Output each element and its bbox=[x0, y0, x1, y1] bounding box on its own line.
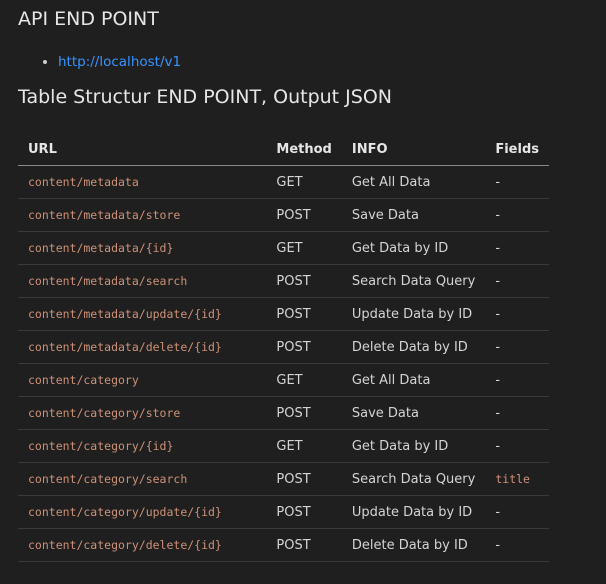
page-title: API END POINT bbox=[18, 8, 159, 30]
endpoint-url-cell: content/category/search bbox=[18, 462, 267, 496]
endpoint-url-cell: content/metadata/store bbox=[18, 198, 267, 232]
endpoint-url-cell: content/category bbox=[18, 363, 267, 397]
section-title: Table Structur END POINT, Output JSON bbox=[18, 86, 392, 108]
table-row: content/category/update/{id} POST Update D… bbox=[18, 495, 549, 529]
table-row: content/metadata GET Get All Data - bbox=[18, 165, 549, 199]
endpoint-url-cell: content/category/store bbox=[18, 396, 267, 430]
fields-cell: - bbox=[485, 363, 549, 397]
endpoint-table: URL Method INFO Fields content/metadata G… bbox=[18, 134, 549, 562]
endpoint-info-cell: Delete Data by ID bbox=[341, 528, 486, 562]
table-row: content/metadata/delete/{id} POST Delete D… bbox=[18, 330, 549, 364]
endpoint-info-cell: Update Data by ID bbox=[341, 297, 486, 331]
http-method-cell: POST bbox=[266, 198, 342, 232]
column-header-method: Method bbox=[266, 134, 342, 166]
fields-cell: - bbox=[485, 264, 549, 298]
table-row: content/metadata/update/{id} POST Update D… bbox=[18, 297, 549, 331]
endpoint-info-cell: Get Data by ID bbox=[341, 231, 486, 265]
http-method-cell: GET bbox=[266, 165, 342, 199]
http-method-cell: GET bbox=[266, 429, 342, 463]
endpoint-url-cell: content/metadata/update/{id} bbox=[18, 297, 267, 331]
fields-cell: - bbox=[485, 198, 549, 232]
endpoint-info-cell: Save Data bbox=[341, 396, 486, 430]
fields-cell: - bbox=[485, 429, 549, 463]
endpoint-url-cell: content/category/{id} bbox=[18, 429, 267, 463]
table-row: content/category GET Get All Data - bbox=[18, 363, 549, 397]
table-row: content/category/search POST Search Data Q… bbox=[18, 462, 549, 496]
fields-cell: - bbox=[485, 165, 549, 199]
http-method-cell: POST bbox=[266, 528, 342, 562]
http-method-cell: POST bbox=[266, 495, 342, 529]
endpoint-info-cell: Search Data Query bbox=[341, 462, 486, 496]
endpoint-url-cell: content/category/delete/{id} bbox=[18, 528, 267, 562]
endpoint-info-cell: Delete Data by ID bbox=[341, 330, 486, 364]
column-header-url: URL bbox=[18, 134, 267, 166]
base-url-link[interactable]: http://localhost/v1 bbox=[58, 54, 181, 70]
endpoint-info-cell: Get All Data bbox=[341, 165, 486, 199]
endpoint-link-list: http://localhost/v1 bbox=[18, 51, 588, 73]
fields-cell: - bbox=[485, 297, 549, 331]
table-row: content/category/store POST Save Data - bbox=[18, 396, 549, 430]
table-row: content/category/delete/{id} POST Delete D… bbox=[18, 528, 549, 562]
table-row: content/metadata/{id} GET Get Data by ID - bbox=[18, 231, 549, 265]
endpoint-info-cell: Search Data Query bbox=[341, 264, 486, 298]
document-page: API END POINT http://localhost/v1 Table … bbox=[0, 0, 606, 584]
http-method-cell: POST bbox=[266, 297, 342, 331]
endpoint-url-cell: content/metadata/{id} bbox=[18, 231, 267, 265]
fields-cell: title bbox=[485, 462, 549, 496]
field-name-code: title bbox=[495, 471, 530, 486]
table-header-row: URL Method INFO Fields bbox=[18, 134, 549, 166]
table-row: content/metadata/store POST Save Data - bbox=[18, 198, 549, 232]
http-method-cell: GET bbox=[266, 363, 342, 397]
endpoint-url-cell: content/metadata bbox=[18, 165, 267, 199]
http-method-cell: POST bbox=[266, 330, 342, 364]
table-row: content/category/{id} GET Get Data by ID - bbox=[18, 429, 549, 463]
endpoint-info-cell: Save Data bbox=[341, 198, 486, 232]
endpoint-url-cell: content/metadata/search bbox=[18, 264, 267, 298]
fields-cell: - bbox=[485, 495, 549, 529]
fields-cell: - bbox=[485, 231, 549, 265]
http-method-cell: GET bbox=[266, 231, 342, 265]
column-header-fields: Fields bbox=[485, 134, 549, 166]
endpoint-url-cell: content/metadata/delete/{id} bbox=[18, 330, 267, 364]
fields-cell: - bbox=[485, 528, 549, 562]
fields-cell: - bbox=[485, 330, 549, 364]
fields-cell: - bbox=[485, 396, 549, 430]
table-body: content/metadata GET Get All Data - content/… bbox=[18, 165, 549, 562]
endpoint-info-cell: Get Data by ID bbox=[341, 429, 486, 463]
table-row: content/metadata/search POST Search Data Q… bbox=[18, 264, 549, 298]
http-method-cell: POST bbox=[266, 396, 342, 430]
http-method-cell: POST bbox=[266, 264, 342, 298]
endpoint-info-cell: Get All Data bbox=[341, 363, 486, 397]
endpoint-info-cell: Update Data by ID bbox=[341, 495, 486, 529]
column-header-info: INFO bbox=[341, 134, 486, 166]
http-method-cell: POST bbox=[266, 462, 342, 496]
endpoint-url-cell: content/category/update/{id} bbox=[18, 495, 267, 529]
list-item: http://localhost/v1 bbox=[58, 51, 588, 73]
